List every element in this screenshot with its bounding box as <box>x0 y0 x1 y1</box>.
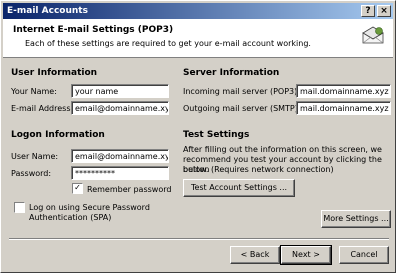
next-button[interactable]: Next > <box>280 245 332 265</box>
title-bar[interactable]: E-mail Accounts ? × <box>3 3 393 19</box>
logon-info-heading: Logon Information <box>11 130 105 140</box>
window-title: E-mail Accounts <box>7 6 88 16</box>
password-label: Password: <box>11 169 52 178</box>
email-address-label: E-mail Address: <box>11 104 74 113</box>
email-address-field[interactable]: email@domainname.xyz <box>71 101 169 115</box>
test-account-settings-button[interactable]: Test Account Settings ... <box>183 179 295 197</box>
your-name-field[interactable]: your name <box>71 84 169 98</box>
outgoing-server-field[interactable]: mail.domainname.xyz <box>296 101 391 115</box>
help-button[interactable]: ? <box>361 5 375 17</box>
incoming-server-label: Incoming mail server (POP3): <box>183 87 300 96</box>
incoming-server-field[interactable]: mail.domainname.xyz <box>296 84 391 98</box>
header-title: Internet E-mail Settings (POP3) <box>13 25 174 35</box>
separator <box>9 238 389 240</box>
test-settings-heading: Test Settings <box>183 130 250 140</box>
cancel-button[interactable]: Cancel <box>339 246 389 264</box>
test-settings-line3: below. (Requires network connection) <box>183 165 334 174</box>
user-name-label: User Name: <box>11 152 59 161</box>
user-name-field[interactable]: email@domainname.xyz <box>71 149 169 163</box>
close-button[interactable]: × <box>377 5 391 17</box>
back-button[interactable]: < Back <box>230 246 280 264</box>
header-panel: Internet E-mail Settings (POP3) Each of … <box>3 19 393 58</box>
email-accounts-dialog: E-mail Accounts ? × Internet E-mail Sett… <box>0 0 396 273</box>
outgoing-server-label: Outgoing mail server (SMTP): <box>183 104 301 113</box>
your-name-label: Your Name: <box>11 87 57 96</box>
server-info-heading: Server Information <box>183 68 280 78</box>
spa-label-line1: Log on using Secure Password <box>29 203 150 212</box>
test-settings-line1: After filling out the information on thi… <box>183 145 382 154</box>
user-info-heading: User Information <box>11 68 98 78</box>
spa-checkbox[interactable] <box>14 202 25 213</box>
password-field[interactable]: ********** <box>71 166 169 180</box>
more-settings-button[interactable]: More Settings ... <box>321 210 391 228</box>
spa-label-line2: Authentication (SPA) <box>29 213 112 222</box>
header-subtitle: Each of these settings are required to g… <box>25 39 311 48</box>
remember-password-checkbox[interactable]: ✓ <box>72 183 83 194</box>
remember-password-label: Remember password <box>87 185 172 194</box>
mail-settings-icon <box>362 26 384 44</box>
